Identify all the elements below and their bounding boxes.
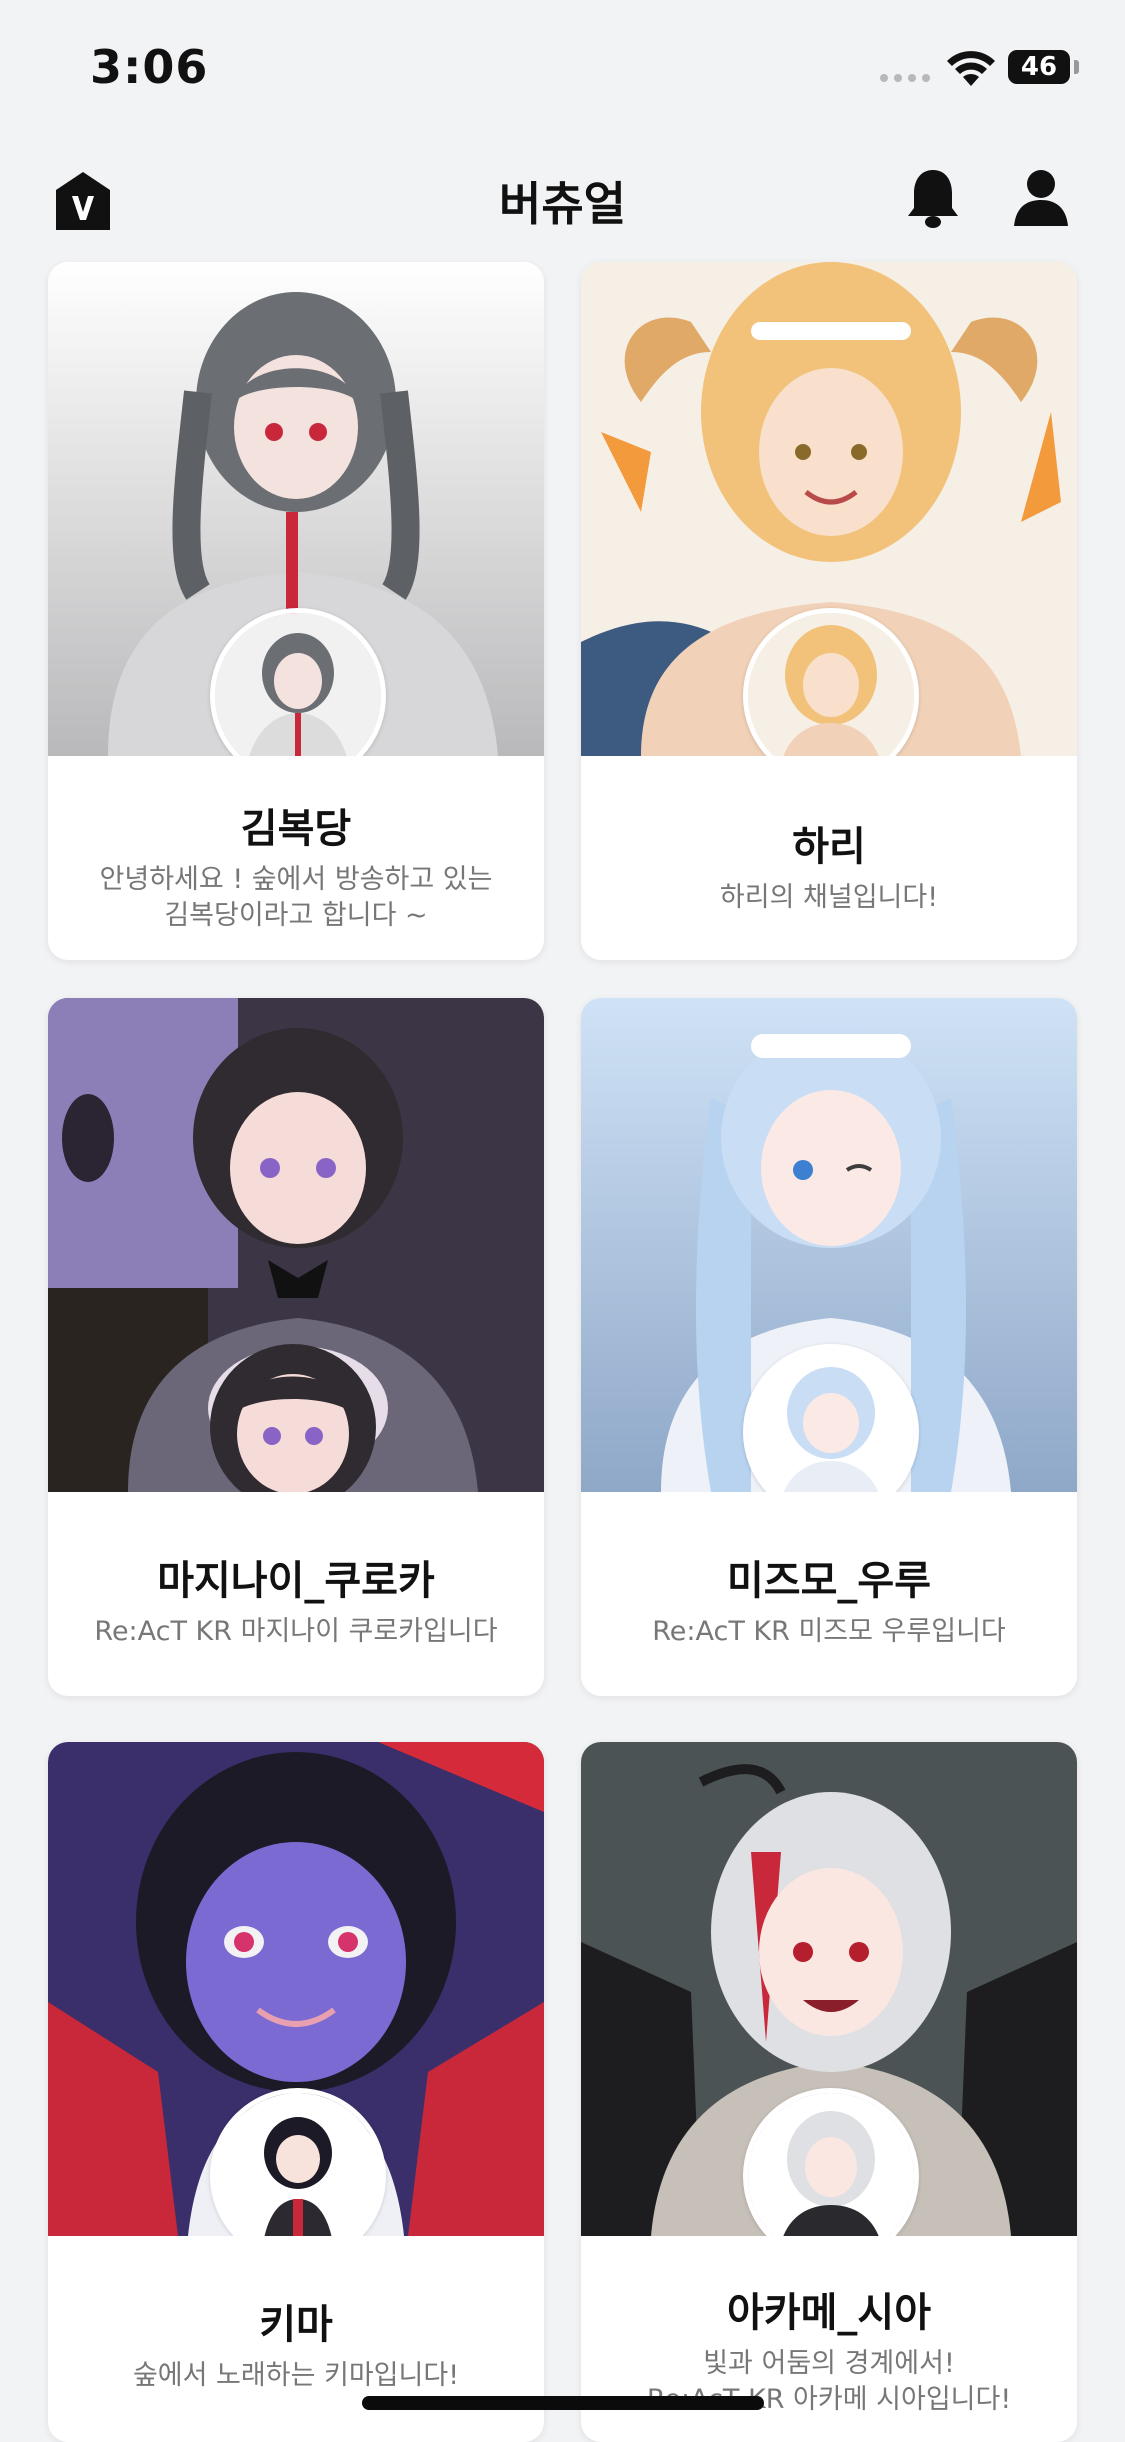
vtuber-card[interactable]: 키마 숲에서 노래하는 키마입니다!	[48, 1742, 544, 2442]
vtuber-card[interactable]: 김복당 안녕하세요 ! 숲에서 방송하고 있는 김복당이라고 합니다 ~	[48, 262, 544, 960]
vtuber-card[interactable]: 마지나이_쿠로카 Re:AcT KR 마지나이 쿠로카입니다	[48, 998, 544, 1696]
status-time: 3:06	[90, 40, 209, 94]
card-description: 안녕하세요 ! 숲에서 방송하고 있는 김복당이라고 합니다 ~	[99, 864, 493, 931]
card-name: 김복당	[240, 806, 352, 852]
vtuber-card[interactable]: 아카메_시아 빛과 어둠의 경계에서! Re:AcT KR 아카메 시아입니다!	[581, 1742, 1077, 2442]
cellular-signal-icon	[880, 74, 930, 82]
app-header: 버츄얼	[0, 140, 1125, 260]
card-cover-image	[48, 1742, 544, 2236]
card-description: 숲에서 노래하는 키마입니다!	[132, 2360, 460, 2391]
card-description: Re:AcT KR 미즈모 우루입니다	[652, 1616, 1006, 1647]
card-cover-image	[48, 262, 544, 756]
wifi-icon	[947, 51, 995, 86]
card-description: 하리의 채널입니다!	[719, 882, 939, 913]
card-cover-image	[581, 998, 1077, 1492]
vtuber-card[interactable]: 미즈모_우루 Re:AcT KR 미즈모 우루입니다	[581, 998, 1077, 1696]
battery-icon: 46	[1008, 50, 1070, 84]
card-cover-image	[581, 262, 1077, 756]
profile-icon[interactable]	[1012, 168, 1070, 228]
card-name: 아카메_시아	[727, 2290, 931, 2336]
card-cover-image	[48, 998, 544, 1492]
card-name: 미즈모_우루	[727, 1558, 931, 1604]
card-name: 하리	[792, 824, 866, 870]
notification-bell-icon[interactable]	[906, 166, 960, 230]
card-cover-image	[581, 1742, 1077, 2236]
battery-tip	[1074, 60, 1079, 74]
status-bar: 3:06 46	[0, 0, 1125, 140]
home-indicator[interactable]	[362, 2396, 764, 2410]
vtuber-card[interactable]: 하리 하리의 채널입니다!	[581, 262, 1077, 960]
card-name: 마지나이_쿠로카	[157, 1558, 435, 1604]
card-name: 키마	[259, 2302, 333, 2348]
card-description: Re:AcT KR 마지나이 쿠로카입니다	[94, 1616, 498, 1647]
